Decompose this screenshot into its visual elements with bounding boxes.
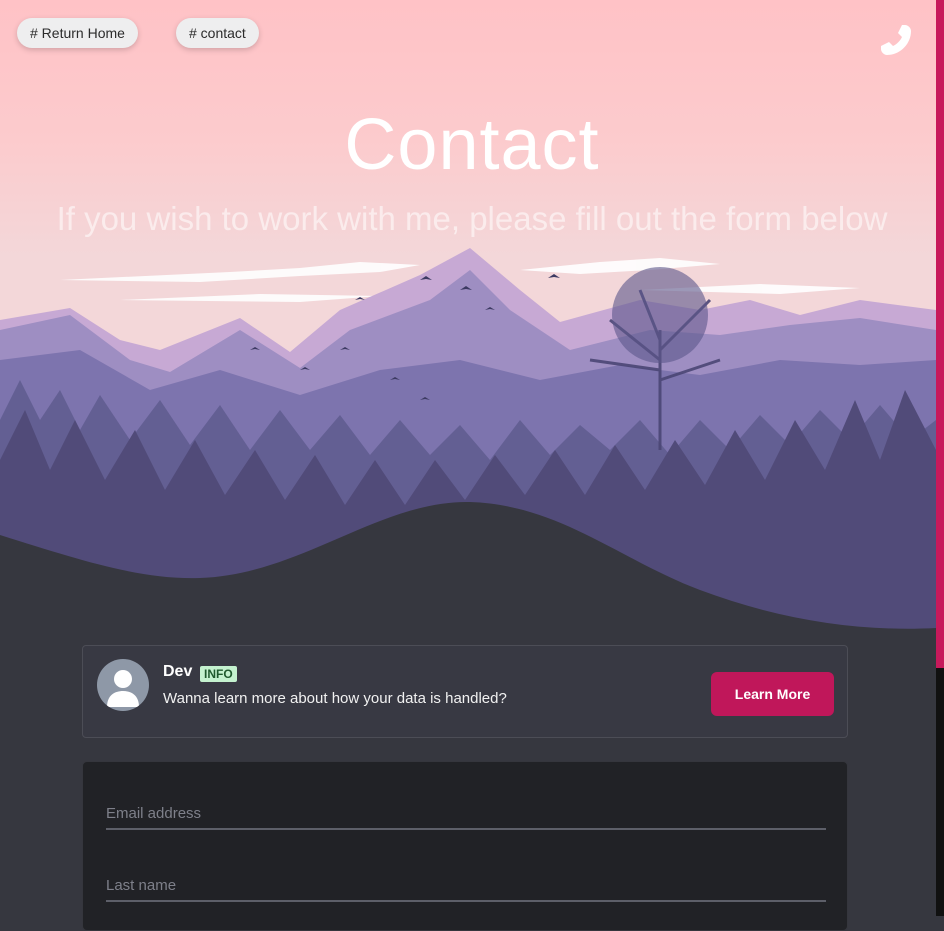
info-badge: INFO <box>200 666 237 682</box>
user-avatar-icon <box>97 659 149 711</box>
right-accent-bar <box>936 0 944 668</box>
email-field[interactable] <box>106 798 826 830</box>
contact-form <box>82 761 848 931</box>
hero-banner <box>0 0 936 640</box>
info-message: Wanna learn more about how your data is … <box>163 690 507 707</box>
contact-link[interactable]: # contact <box>176 18 259 48</box>
learn-more-button[interactable]: Learn More <box>711 672 834 716</box>
data-info-card: Dev INFO Wanna learn more about how your… <box>82 645 848 738</box>
author-name: Dev <box>163 663 193 680</box>
last-name-field[interactable] <box>106 870 826 902</box>
return-home-link[interactable]: # Return Home <box>17 18 138 48</box>
phone-icon[interactable] <box>878 22 914 58</box>
page-subtitle: If you wish to work with me, please fill… <box>56 200 888 237</box>
page-title: Contact <box>344 105 600 185</box>
right-dark-bar <box>936 668 944 916</box>
mountain-landscape-illustration <box>0 248 936 640</box>
